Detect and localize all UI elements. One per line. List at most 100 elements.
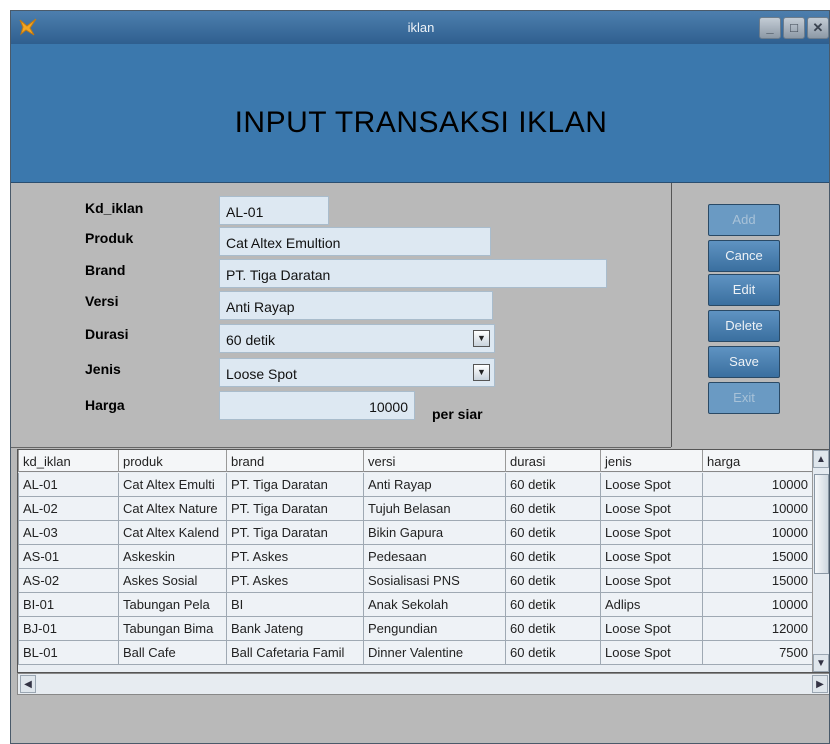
app-window: iklan _ □ ✕ INPUT TRANSAKSI IKLAN Kd_ikl…: [10, 10, 830, 744]
table-cell-versi: Anak Sekolah: [363, 593, 505, 617]
table-cell-brand: PT. Tiga Daratan: [226, 521, 363, 545]
scroll-down-icon[interactable]: ▼: [813, 654, 829, 672]
label-brand: Brand: [85, 262, 126, 278]
table-cell-versi: Pedesaan: [363, 545, 505, 569]
table-cell-jenis: Loose Spot: [600, 521, 702, 545]
save-button[interactable]: Save: [708, 346, 780, 378]
table-row[interactable]: AL-01 Cat Altex Emulti PT. Tiga Daratan Ant…: [18, 473, 814, 497]
horizontal-scrollbar[interactable]: ◀ ▶: [17, 673, 829, 695]
column-header-versi[interactable]: versi: [363, 450, 505, 472]
table-cell-durasi: 60 detik: [505, 521, 600, 545]
table-cell-brand: PT. Askes: [226, 545, 363, 569]
table-cell-produk: Tabungan Bima: [118, 617, 226, 641]
delete-button[interactable]: Delete: [708, 310, 780, 342]
column-header-kd-iklan[interactable]: kd_iklan: [18, 450, 118, 472]
table-cell-versi: Dinner Valentine: [363, 641, 505, 665]
table-cell-harga: 10000: [702, 521, 814, 545]
vertical-scrollbar[interactable]: ▲ ▼: [812, 450, 829, 672]
label-durasi: Durasi: [85, 326, 129, 342]
table-row[interactable]: BJ-01 Tabungan Bima Bank Jateng Pengundian 6…: [18, 617, 814, 641]
footer-area: [11, 695, 829, 743]
edit-button[interactable]: Edit: [708, 274, 780, 306]
kd-iklan-field[interactable]: AL-01: [219, 196, 329, 225]
table-row[interactable]: BI-01 Tabungan Pela BI Anak Sekolah 60 detik…: [18, 593, 814, 617]
durasi-select[interactable]: 60 detik ▼: [219, 324, 495, 353]
table-cell-harga: 10000: [702, 473, 814, 497]
table-cell-kd-iklan: AS-02: [18, 569, 118, 593]
chevron-down-icon[interactable]: ▼: [473, 364, 490, 381]
column-header-jenis[interactable]: jenis: [600, 450, 702, 472]
harga-unit-label: per siar: [432, 406, 483, 422]
scrollbar-thumb[interactable]: [814, 474, 829, 574]
table-cell-produk: Ball Cafe: [118, 641, 226, 665]
table-cell-durasi: 60 detik: [505, 593, 600, 617]
table-row[interactable]: AS-02 Askes Sosial PT. Askes Sosialisasi PN…: [18, 569, 814, 593]
produk-field[interactable]: Cat Altex Emultion: [219, 227, 491, 256]
table-cell-kd-iklan: AL-02: [18, 497, 118, 521]
table-cell-durasi: 60 detik: [505, 641, 600, 665]
table-row[interactable]: AL-03 Cat Altex Kalend PT. Tiga Daratan Bik…: [18, 521, 814, 545]
table-cell-versi: Tujuh Belasan: [363, 497, 505, 521]
table-cell-produk: Cat Altex Emulti: [118, 473, 226, 497]
divider-horizontal: [11, 447, 671, 448]
add-button[interactable]: Add: [708, 204, 780, 236]
exit-button[interactable]: Exit: [708, 382, 780, 414]
table-cell-brand: BI: [226, 593, 363, 617]
table-cell-jenis: Loose Spot: [600, 569, 702, 593]
table-cell-durasi: 60 detik: [505, 617, 600, 641]
table-cell-harga: 10000: [702, 497, 814, 521]
table-cell-jenis: Loose Spot: [600, 545, 702, 569]
table-cell-harga: 15000: [702, 545, 814, 569]
scroll-right-icon[interactable]: ▶: [812, 675, 828, 693]
table-cell-kd-iklan: AL-03: [18, 521, 118, 545]
table-row[interactable]: AL-02 Cat Altex Nature PT. Tiga Daratan Tuj…: [18, 497, 814, 521]
table-cell-produk: Tabungan Pela: [118, 593, 226, 617]
table-cell-durasi: 60 detik: [505, 545, 600, 569]
column-header-brand[interactable]: brand: [226, 450, 363, 472]
table-cell-harga: 7500: [702, 641, 814, 665]
table-cell-produk: Askeskin: [118, 545, 226, 569]
table-cell-harga: 15000: [702, 569, 814, 593]
table-cell-versi: Anti Rayap: [363, 473, 505, 497]
chevron-down-icon[interactable]: ▼: [473, 330, 490, 347]
durasi-selected-value: 60 detik: [226, 332, 276, 348]
table-cell-produk: Askes Sosial: [118, 569, 226, 593]
iklan-table[interactable]: kd_iklan produk brand versi durasi jenis…: [17, 449, 829, 673]
table-cell-jenis: Loose Spot: [600, 473, 702, 497]
brand-field[interactable]: PT. Tiga Daratan: [219, 259, 607, 288]
table-cell-kd-iklan: AS-01: [18, 545, 118, 569]
column-header-durasi[interactable]: durasi: [505, 450, 600, 472]
column-header-produk[interactable]: produk: [118, 450, 226, 472]
header-banner: INPUT TRANSAKSI IKLAN: [11, 44, 829, 183]
minimize-icon[interactable]: _: [759, 17, 781, 39]
maximize-icon[interactable]: □: [783, 17, 805, 39]
table-cell-brand: PT. Tiga Daratan: [226, 497, 363, 521]
label-kd-iklan: Kd_iklan: [85, 200, 144, 216]
table-cell-harga: 12000: [702, 617, 814, 641]
scroll-up-icon[interactable]: ▲: [813, 450, 829, 468]
close-icon[interactable]: ✕: [807, 17, 829, 39]
table-cell-jenis: Adlips: [600, 593, 702, 617]
table-cell-durasi: 60 detik: [505, 497, 600, 521]
table-row[interactable]: BL-01 Ball Cafe Ball Cafetaria Famil Dinner…: [18, 641, 814, 665]
column-header-harga[interactable]: harga: [702, 450, 814, 472]
versi-field[interactable]: Anti Rayap: [219, 291, 493, 320]
table-cell-kd-iklan: BJ-01: [18, 617, 118, 641]
window-title: iklan: [407, 20, 435, 35]
title-bar[interactable]: iklan _ □ ✕: [11, 11, 829, 44]
label-produk: Produk: [85, 230, 134, 246]
table-cell-kd-iklan: AL-01: [18, 473, 118, 497]
harga-field[interactable]: 10000: [219, 391, 415, 420]
jenis-select[interactable]: Loose Spot ▼: [219, 358, 495, 387]
table-cell-versi: Pengundian: [363, 617, 505, 641]
page-title: INPUT TRANSAKSI IKLAN: [234, 106, 608, 139]
table-cell-produk: Cat Altex Nature: [118, 497, 226, 521]
cancel-button[interactable]: Cance: [708, 240, 780, 272]
table-cell-jenis: Loose Spot: [600, 497, 702, 521]
table-cell-versi: Sosialisasi PNS: [363, 569, 505, 593]
table-header: kd_iklan produk brand versi durasi jenis…: [18, 450, 814, 472]
scroll-left-icon[interactable]: ◀: [20, 675, 36, 693]
table-cell-kd-iklan: BL-01: [18, 641, 118, 665]
table-row[interactable]: AS-01 Askeskin PT. Askes Pedesaan 60 detik Lo…: [18, 545, 814, 569]
label-harga: Harga: [85, 397, 125, 413]
